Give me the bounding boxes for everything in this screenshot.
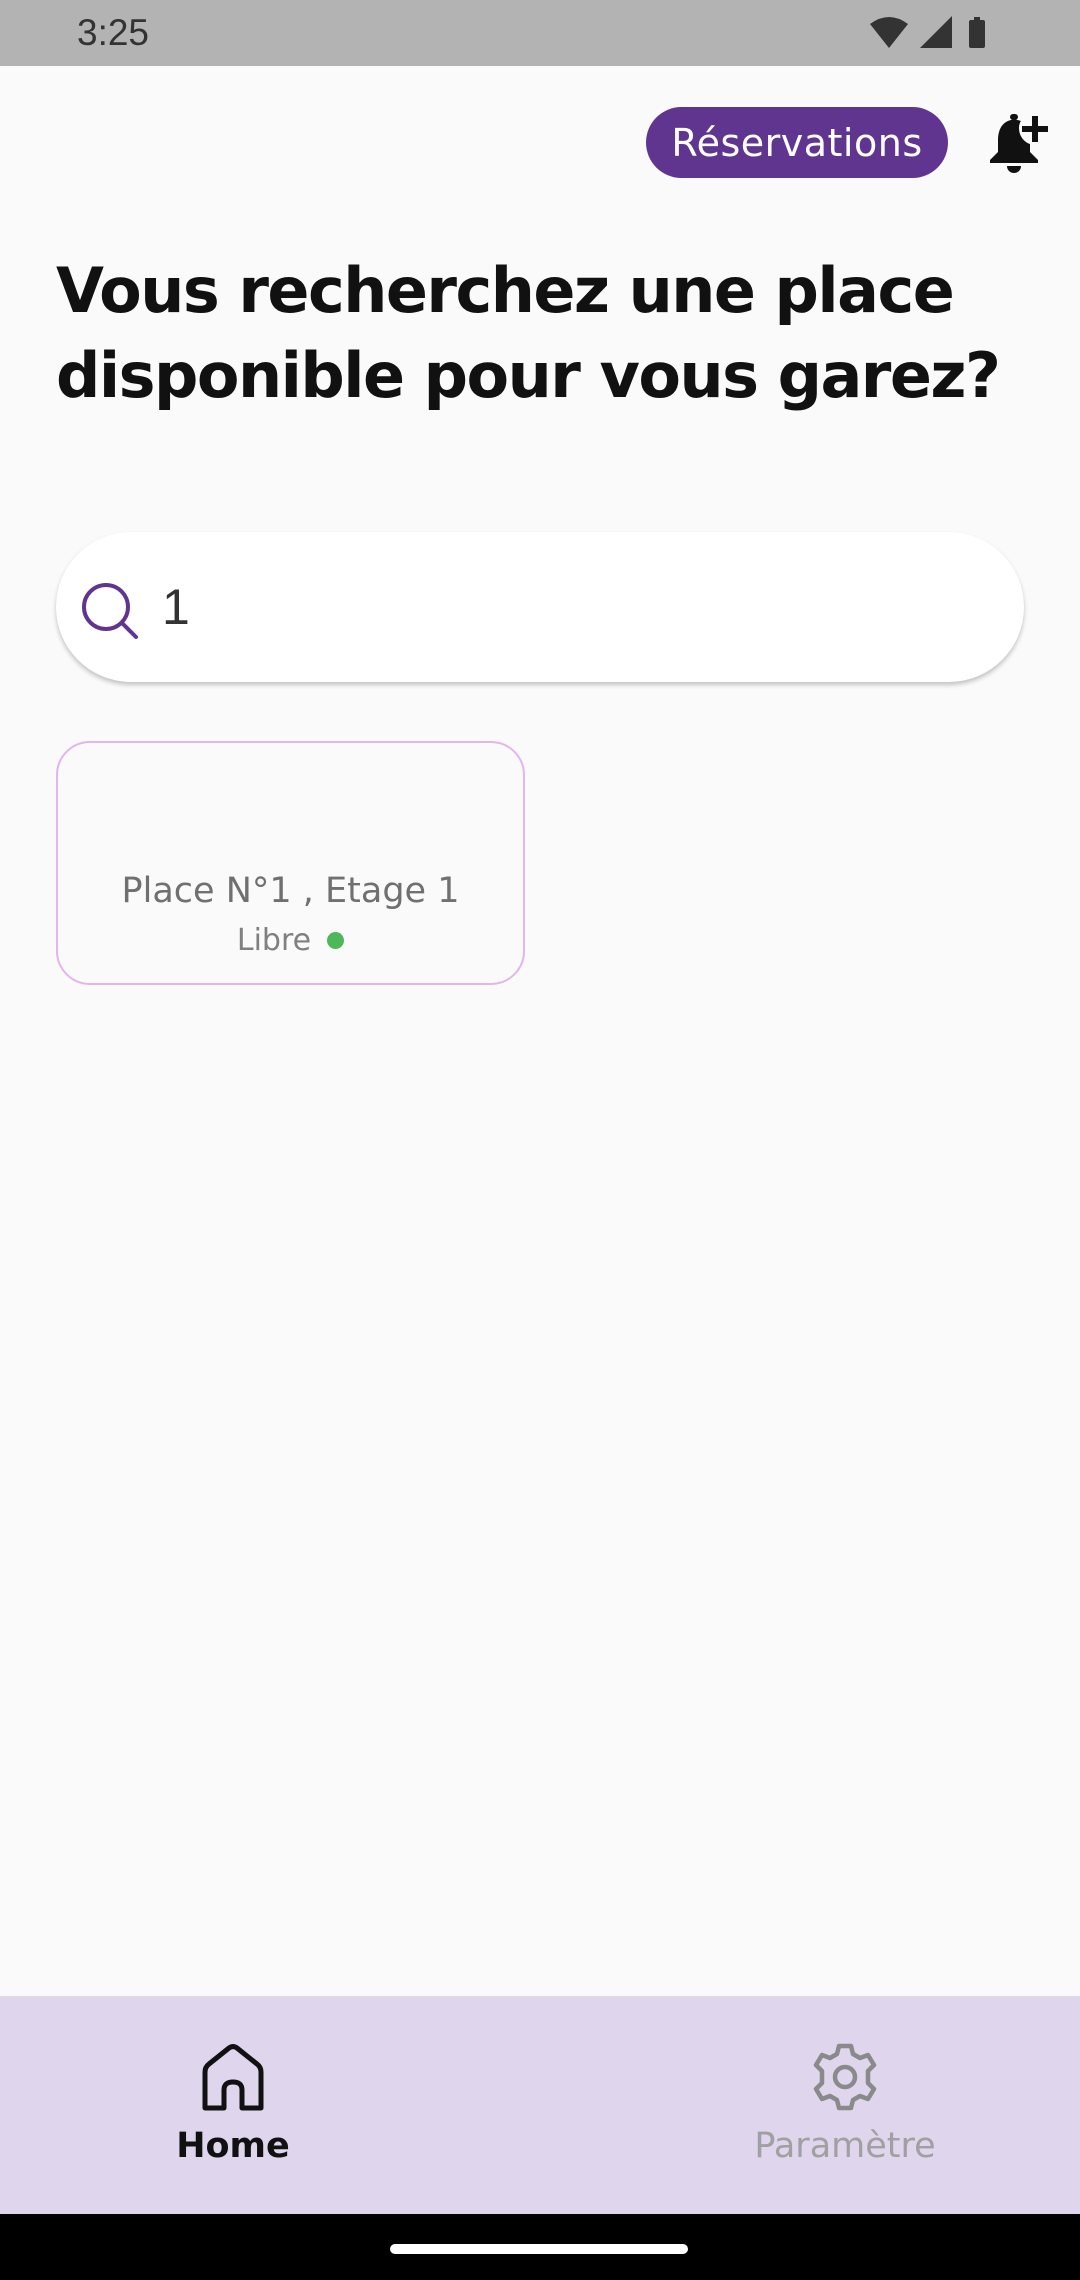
gear-icon (813, 2043, 877, 2111)
reservations-button[interactable]: Réservations (646, 107, 948, 178)
place-status-label: Libre (236, 923, 312, 958)
search-input[interactable] (162, 572, 982, 642)
home-icon (202, 2044, 264, 2111)
search-bar[interactable] (56, 532, 1024, 682)
place-card[interactable]: Place N°1 , Etage 1 Libre (56, 741, 525, 985)
status-icons (870, 16, 985, 48)
status-dot-icon (327, 932, 345, 949)
place-label: Place N°1 , Etage 1 (121, 871, 460, 911)
nav-item-home[interactable]: Home (83, 1996, 383, 2214)
status-bar: 3:25 (0, 0, 1080, 66)
place-status: Libre (58, 923, 523, 958)
home-indicator[interactable] (390, 2244, 688, 2254)
battery-icon (969, 17, 985, 48)
status-time: 3:25 (77, 12, 150, 53)
bell-plus-icon[interactable] (984, 110, 1050, 176)
nav-item-settings[interactable]: Paramètre (695, 1996, 995, 2214)
nav-label-settings: Paramètre (754, 2126, 936, 2166)
nav-label-home: Home (176, 2126, 290, 2166)
page-title: Vous recherchez une place disponible pou… (56, 254, 1001, 412)
cell-signal-icon (920, 16, 952, 48)
wifi-icon (870, 17, 908, 48)
search-icon (82, 583, 138, 639)
bottom-nav: Home Paramètre (0, 1996, 1080, 2214)
system-nav-bar (0, 2214, 1080, 2280)
